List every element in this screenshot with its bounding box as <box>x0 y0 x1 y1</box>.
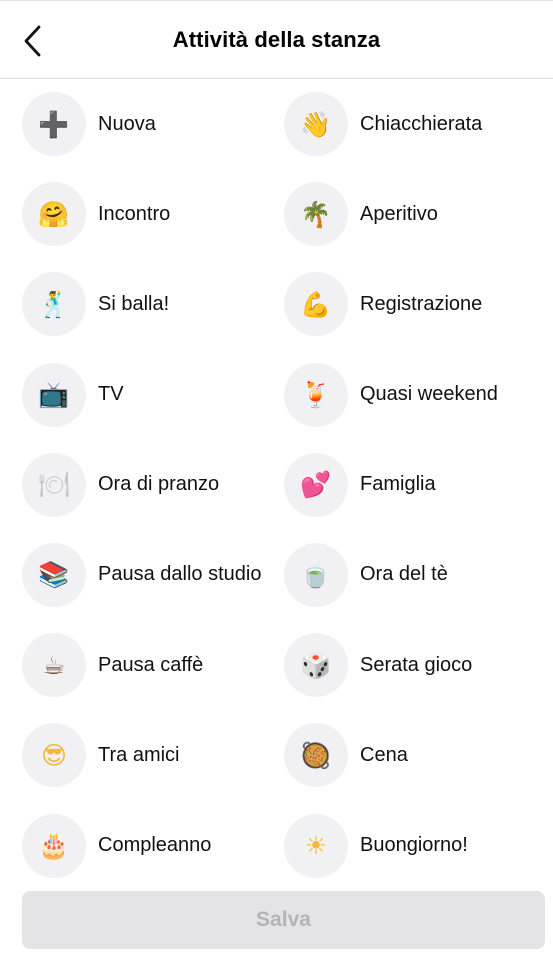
activity-label: Compleanno <box>98 834 212 856</box>
activity-label: Cena <box>360 743 408 766</box>
activity-option[interactable]: 🎂 Compleanno <box>0 813 262 878</box>
activity-option[interactable]: 💪 Registrazione <box>262 272 553 337</box>
dancing-person-icon: 🕺 <box>22 272 86 337</box>
activity-option[interactable]: 🍽 Ora di pranzo <box>0 452 262 517</box>
activity-label: Quasi weekend <box>360 383 498 406</box>
activity-option[interactable]: ☕ Pausa caffè <box>0 633 262 698</box>
plus-icon: ➕ <box>22 92 86 156</box>
palm-tree-icon: 🌴 <box>284 182 348 247</box>
activity-option[interactable]: 💕 Famiglia <box>262 452 553 517</box>
activity-label: Ora del tè <box>360 563 448 586</box>
hugging-face-icon: 🤗 <box>22 182 86 247</box>
activity-option[interactable]: 📺 TV <box>0 362 262 427</box>
activity-option[interactable]: 📚 Pausa dallo studio <box>0 542 262 607</box>
activity-label: Incontro <box>98 202 171 225</box>
activity-option[interactable]: 🍵 Ora del tè <box>262 542 553 607</box>
waving-hand-icon: 👋 <box>284 92 348 156</box>
activity-label: Registrazione <box>360 292 483 315</box>
sunglasses-face-icon: 😎 <box>22 723 86 788</box>
books-icon: 📚 <box>22 542 86 607</box>
activity-label: Tra amici <box>98 743 180 766</box>
activity-label: Buongiorno! <box>360 834 468 856</box>
activity-label: Si balla! <box>98 292 170 315</box>
room-activity-screen: Attività della stanza ➕ Nuova 👋 Chiacchiera… <box>0 0 553 960</box>
save-button-label: Salva <box>256 908 311 931</box>
activity-option[interactable]: 🌴 Aperitivo <box>262 182 553 247</box>
activity-label: Serata gioco <box>360 653 473 676</box>
coffee-cup-icon: ☕ <box>22 633 86 698</box>
flexed-biceps-icon: 💪 <box>284 272 348 337</box>
two-hearts-icon: 💕 <box>284 452 348 517</box>
activity-option[interactable]: 🤗 Incontro <box>0 182 262 247</box>
activity-label: Pausa dallo studio <box>98 563 262 586</box>
activity-label: Famiglia <box>360 473 436 496</box>
fork-knife-plate-icon: 🍽 <box>22 452 86 517</box>
activity-label: Chiacchierata <box>360 112 483 135</box>
birthday-cake-icon: 🎂 <box>22 813 86 878</box>
activity-label: Pausa caffè <box>98 653 204 676</box>
activity-grid: ➕ Nuova 👋 Chiacchierata 🤗 Incontro 🌴 Aperitivo 🕺… <box>0 92 553 904</box>
activity-option[interactable]: 👋 Chiacchierata <box>262 92 553 156</box>
activity-label: Aperitivo <box>360 202 438 225</box>
activity-option[interactable]: ☀ Buongiorno! <box>262 813 553 878</box>
activity-option[interactable]: 😎 Tra amici <box>0 723 262 788</box>
tea-bowl-icon: 🍵 <box>284 542 348 607</box>
activity-label: Nuova <box>98 112 156 135</box>
dice-icon: 🎲 <box>284 633 348 698</box>
activity-option[interactable]: 🎲 Serata gioco <box>262 633 553 698</box>
television-icon: 📺 <box>22 362 86 427</box>
activity-option[interactable]: 🍹 Quasi weekend <box>262 362 553 427</box>
save-button[interactable]: Salva <box>22 891 545 949</box>
activity-option[interactable]: 🕺 Si balla! <box>0 272 262 337</box>
activity-option[interactable]: ➕ Nuova <box>0 92 262 156</box>
activity-label: TV <box>98 383 124 406</box>
tropical-drink-icon: 🍹 <box>284 362 348 427</box>
sun-icon: ☀ <box>284 813 348 878</box>
activity-option[interactable]: 🥘 Cena <box>262 723 553 788</box>
top-bar: Attività della stanza <box>0 0 553 79</box>
activity-label: Ora di pranzo <box>98 473 220 496</box>
page-title: Attività della stanza <box>172 27 381 52</box>
paella-pan-icon: 🥘 <box>284 723 348 788</box>
